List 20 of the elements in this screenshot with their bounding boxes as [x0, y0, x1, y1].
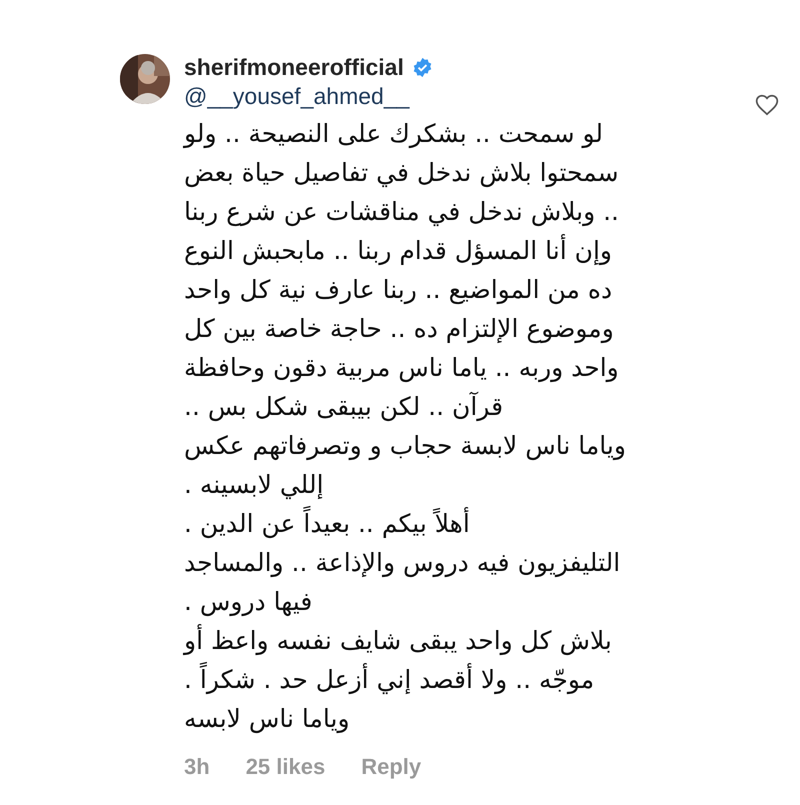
comment-line: .. وبلاش ندخل في مناقشات عن شرع ربنا — [184, 196, 619, 228]
comment-line: التليفزيون فيه دروس والإذاعة .. والمساجد — [184, 547, 620, 580]
heart-icon[interactable] — [754, 92, 780, 118]
comment-line: وموضوع الإلتزام ده .. حاجة خاصة بين كل — [184, 313, 614, 346]
comment-line: وياما ناس لابسة حجاب و وتصرفاتهم عكس — [184, 430, 626, 462]
comment-line: بلاش كل واحد يبقى شايف نفسه واعظ أو — [184, 623, 612, 658]
comment-time: 3h — [184, 754, 210, 780]
mention-link[interactable]: @__yousef_ahmed__ — [184, 82, 724, 110]
comment-line: لو سمحت .. بشكرك على النصيحة .. ولو — [184, 118, 604, 150]
comment-line: سمحتوا بلاش ندخل في تفاصيل حياة بعض — [184, 157, 619, 190]
comment-line: إللي لابسينه . — [184, 469, 324, 502]
comment-line: أهلاً بيكم .. بعيداً عن الدين . — [184, 504, 470, 543]
comment-line: فيها دروس . — [184, 586, 312, 618]
comment-line: قرآن .. لكن بيبقى شكل بس .. — [184, 390, 504, 424]
comment-line: موجّه .. ولا أقصد إني أزعل حد . شكراً . — [184, 660, 594, 699]
comment-line: ده من المواضيع .. ربنا عارف نية كل واحد — [184, 274, 612, 306]
comment-line: واحد وربه .. ياما ناس مربية دقون وحافظة — [184, 352, 619, 384]
comment-line: وياما ناس لابسه — [184, 703, 350, 736]
username[interactable]: sherifmoneerofficial — [184, 54, 404, 80]
comment-line: وإن أنا المسؤل قدام ربنا .. مابحبش النوع — [184, 233, 612, 268]
